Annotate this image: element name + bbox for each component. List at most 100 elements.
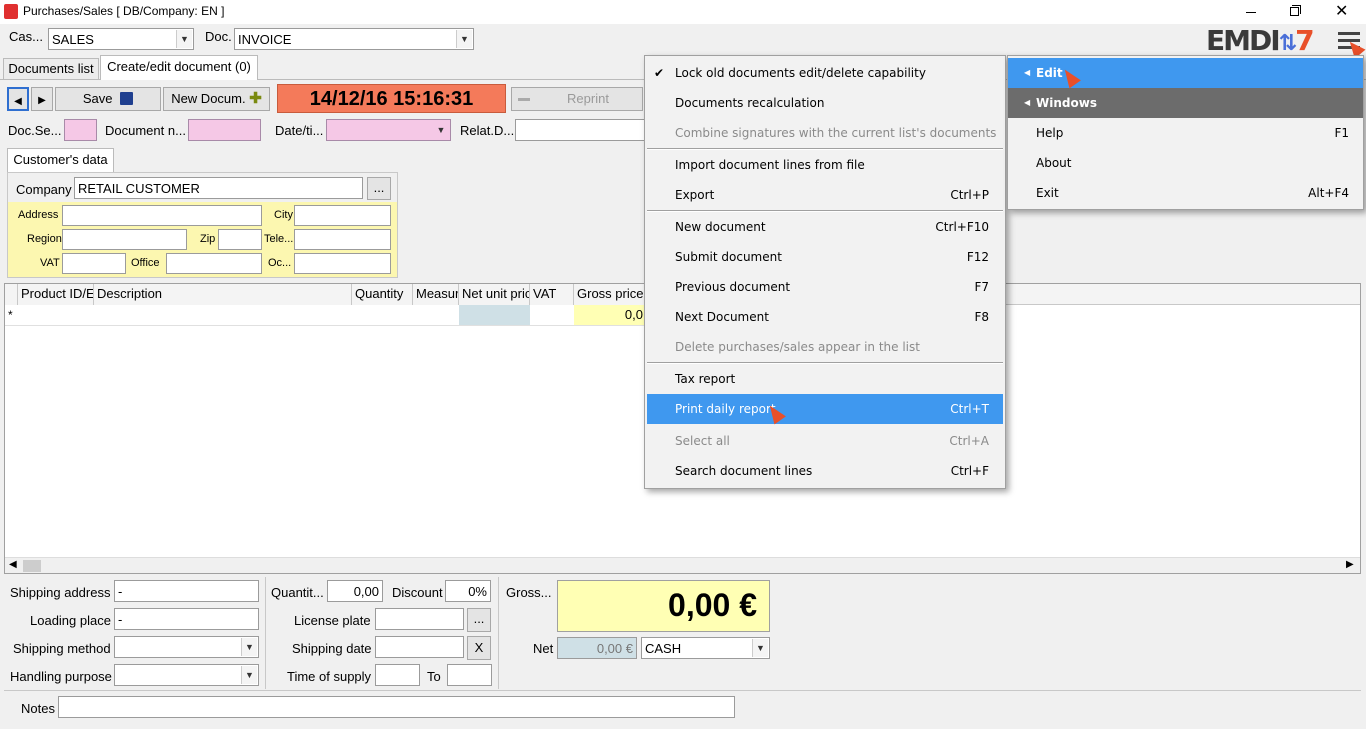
menu-about[interactable]: About — [1008, 148, 1363, 178]
logo-arrows-icon: ⇅ — [1278, 31, 1297, 56]
col-measure[interactable]: Measur — [413, 284, 459, 305]
office-field[interactable] — [166, 253, 262, 274]
menu-item-label: Combine signatures with the current list… — [675, 126, 997, 140]
new-document-button[interactable]: New Docum. ✚ — [163, 87, 270, 111]
vat-field[interactable] — [62, 253, 126, 274]
city-field[interactable] — [294, 205, 391, 226]
license-plate-field[interactable] — [375, 608, 464, 630]
tab-documents-list[interactable]: Documents list — [3, 58, 99, 79]
company-browse-button[interactable]: ... — [367, 177, 391, 200]
payment-method-select[interactable]: CASH ▼ — [641, 637, 770, 659]
col-description[interactable]: Description — [94, 284, 352, 305]
save-button[interactable]: Save — [55, 87, 161, 111]
menu-exit-shortcut: Alt+F4 — [1308, 186, 1349, 200]
cash-select[interactable]: SALES ▼ — [48, 28, 194, 50]
menu-item-documents-recalculation[interactable]: Documents recalculation — [645, 88, 1005, 118]
date-time-label: Date/ti... — [275, 123, 324, 138]
customer-tab-label: Customer's data — [13, 152, 108, 167]
menu-item-submit-document[interactable]: Submit document F12 — [645, 242, 1005, 272]
handling-purpose-label: Handling purpose — [10, 669, 112, 684]
loading-place-field[interactable]: - — [114, 608, 259, 630]
horizontal-scrollbar[interactable]: ◀ ▶ — [5, 557, 1360, 573]
gross-total-value: 0,00 € — [668, 587, 757, 623]
col-product-id[interactable]: Product ID/E — [18, 284, 94, 305]
shipping-method-select[interactable]: ▼ — [114, 636, 259, 658]
region-field[interactable] — [62, 229, 187, 250]
tab-create-edit[interactable]: Create/edit document (0) — [100, 55, 258, 80]
menu-item-select-all: Select all Ctrl+A — [645, 426, 1005, 456]
col-gross-price[interactable]: Gross price — [574, 284, 650, 305]
occupation-field[interactable] — [294, 253, 391, 274]
save-label: Save — [82, 91, 113, 106]
checkmark-icon: ✔ — [654, 66, 665, 80]
menu-item-import-document-lines[interactable]: Import document lines from file — [645, 150, 1005, 180]
minimize-button[interactable] — [1236, 2, 1266, 22]
restore-button[interactable] — [1282, 2, 1308, 22]
menu-help[interactable]: Help F1 — [1008, 118, 1363, 148]
scroll-right-icon[interactable]: ▶ — [1346, 559, 1354, 570]
menu-item-next-document[interactable]: Next Document F8 — [645, 302, 1005, 332]
time-of-supply-to-field[interactable] — [447, 664, 492, 686]
col-quantity[interactable]: Quantity — [352, 284, 413, 305]
net-label: Net — [533, 641, 554, 656]
handling-purpose-select[interactable]: ▼ — [114, 664, 259, 686]
doc-type-select[interactable]: INVOICE ▼ — [234, 28, 474, 50]
menu-item-lock-old-documents[interactable]: ✔ Lock old documents edit/delete capabil… — [645, 58, 1005, 88]
notes-field[interactable] — [58, 696, 735, 718]
gross-total-display: 0,00 € — [557, 580, 770, 632]
menu-item-delete-purchases: Delete purchases/sales appear in the lis… — [645, 332, 1005, 362]
zip-field[interactable] — [218, 229, 262, 250]
col-net-unit-price[interactable]: Net unit pric — [459, 284, 530, 305]
menu-item-shortcut: F7 — [974, 280, 989, 294]
menu-item-tax-report[interactable]: Tax report — [645, 364, 1005, 394]
shipping-method-label: Shipping method — [13, 641, 111, 656]
close-button[interactable]: ✕ — [1330, 1, 1354, 22]
menu-item-print-daily-report[interactable]: Print daily report Ctrl+T — [647, 394, 1003, 424]
menu-item-label: Previous document — [675, 280, 791, 294]
scroll-left-icon[interactable]: ◀ — [9, 559, 17, 570]
col-vat[interactable]: VAT — [530, 284, 574, 305]
grid-new-row[interactable]: * 0,0 — [5, 305, 645, 326]
cell-gross[interactable]: 0,0 — [574, 305, 645, 325]
related-doc-field[interactable] — [515, 119, 650, 141]
chevron-down-icon: ▼ — [433, 121, 449, 139]
discount-field[interactable]: 0% — [445, 580, 491, 602]
cash-value: SALES — [52, 32, 94, 47]
next-record-button[interactable]: ▶ — [31, 87, 53, 111]
grid-row-header — [5, 284, 18, 305]
reprint-label: Reprint — [567, 91, 609, 106]
address-field[interactable] — [62, 205, 262, 226]
shipping-date-clear-button[interactable]: X — [467, 636, 491, 660]
telephone-field[interactable] — [294, 229, 391, 250]
notes-label: Notes — [21, 701, 55, 716]
license-plate-label: License plate — [294, 613, 371, 628]
menu-item-search-document-lines[interactable]: Search document lines Ctrl+F — [645, 456, 1005, 486]
shipping-address-field[interactable]: - — [114, 580, 259, 602]
menu-item-export[interactable]: Export Ctrl+P — [645, 180, 1005, 210]
prev-record-button[interactable]: ◀ — [7, 87, 29, 111]
company-field[interactable]: RETAIL CUSTOMER — [74, 177, 363, 199]
menu-item-label: Submit document — [675, 250, 782, 264]
cell-net-unit[interactable] — [459, 305, 530, 325]
gross-label: Gross... — [506, 585, 552, 600]
logo-seven: 7 — [1295, 24, 1315, 57]
menu-exit[interactable]: Exit Alt+F4 — [1008, 178, 1363, 208]
doc-series-field[interactable] — [64, 119, 97, 141]
reprint-button[interactable]: Reprint — [511, 87, 643, 111]
menu-windows[interactable]: ◀ Windows — [1008, 88, 1363, 118]
quantity-field[interactable]: 0,00 — [327, 580, 383, 602]
close-icon: ✕ — [1335, 1, 1349, 20]
clear-icon: X — [474, 640, 484, 655]
menu-item-new-document[interactable]: New document Ctrl+F10 — [645, 212, 1005, 242]
menu-item-previous-document[interactable]: Previous document F7 — [645, 272, 1005, 302]
document-no-field[interactable] — [188, 119, 261, 141]
customer-tab[interactable]: Customer's data — [7, 148, 114, 172]
discount-value: 0% — [468, 584, 487, 599]
license-browse-button[interactable]: ... — [467, 608, 491, 632]
time-of-supply-from-field[interactable] — [375, 664, 420, 686]
date-time-field[interactable]: ▼ — [326, 119, 451, 141]
tab-create-edit-label: Create/edit document (0) — [107, 59, 251, 74]
vat-label: VAT — [40, 257, 60, 269]
scroll-thumb[interactable] — [23, 560, 41, 572]
shipping-date-field[interactable] — [375, 636, 464, 658]
